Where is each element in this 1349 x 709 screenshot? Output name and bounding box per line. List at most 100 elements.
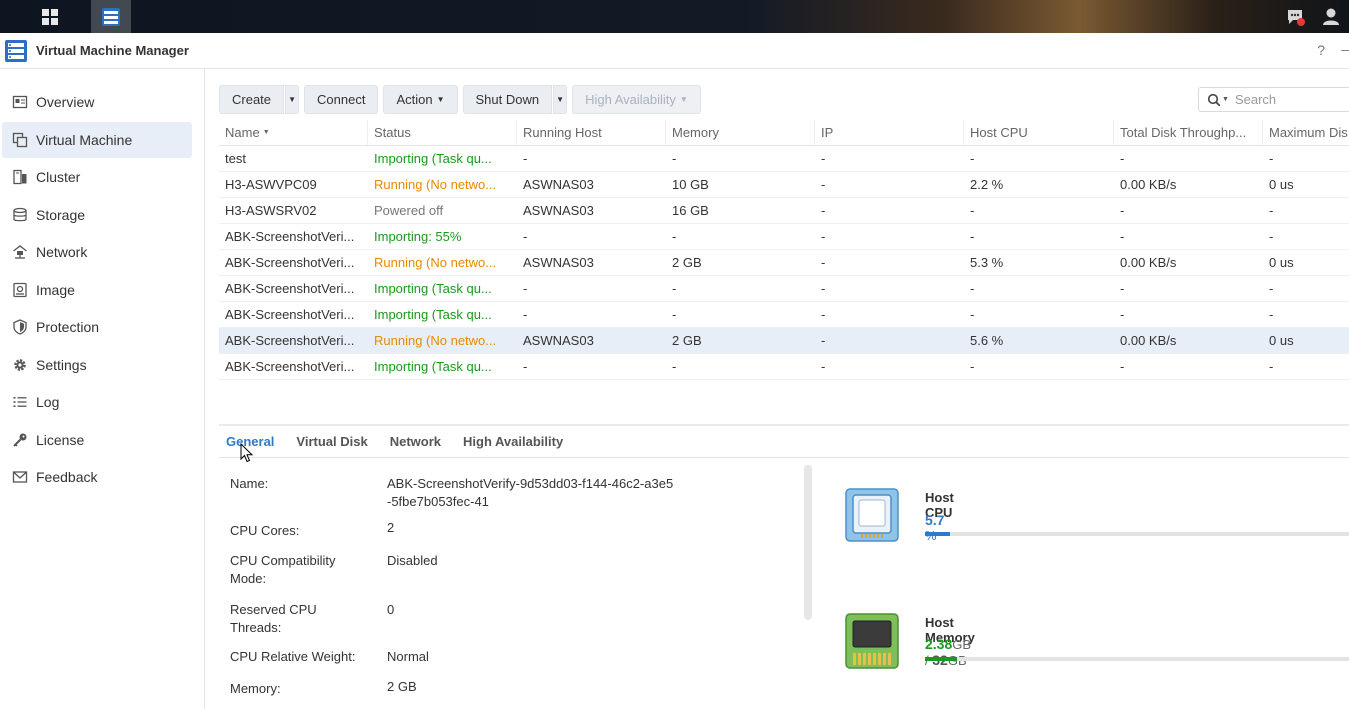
detail-label: CPU Relative Weight: [230,649,356,664]
sidebar-item-label: Image [36,281,75,298]
help-button[interactable]: ? [1317,42,1325,58]
storage-icon [13,207,27,221]
cell-cpu: - [970,359,975,374]
sidebar-item-label: Feedback [36,469,98,485]
cell-cpu: - [970,307,975,322]
cell-max: 0 us [1269,177,1294,192]
shield-icon [13,319,27,335]
tab-high-availability[interactable]: High Availability [463,434,563,449]
sidebar-item-protection[interactable]: Protection [2,309,192,345]
notifications-button[interactable] [1277,0,1313,33]
column-label: Name [225,125,260,140]
table-row[interactable]: ABK-ScreenshotVeri... Importing: 55% - - - - -… [219,224,1349,250]
caret-down-icon: ▼ [436,95,445,104]
sidebar-item-label: Overview [36,94,95,110]
notification-dot [1297,18,1305,26]
detail-value: 0 [387,602,395,617]
host-cpu-percent: 5.7 [925,512,945,528]
cell-disk: - [1120,203,1125,218]
column-header-memory[interactable]: Memory [666,120,815,145]
cell-cpu: 5.6 % [970,333,1004,348]
details-scrollbar[interactable] [804,465,812,620]
cell-cpu: - [970,151,975,166]
high-availability-button[interactable]: High Availability ▼ [572,85,701,114]
table-row[interactable]: ABK-ScreenshotVeri... Importing (Task qu.… [219,276,1349,302]
table-row[interactable]: ABK-ScreenshotVeri... Running (No netwo..… [219,328,1349,354]
gear-icon [14,358,26,371]
user-button[interactable] [1313,0,1349,33]
search-input[interactable]: ▼ Search [1198,87,1349,112]
window-titlebar: Virtual Machine Manager ? – [0,33,1349,69]
cell-name: ABK-ScreenshotVeri... [225,333,355,348]
column-header-status[interactable]: Status [368,120,517,145]
sidebar-item-storage[interactable]: Storage [2,197,192,233]
table-row[interactable]: ABK-ScreenshotVeri... Importing (Task qu.… [219,302,1349,328]
virtual-machine-icon [12,132,28,147]
column-header-running-host[interactable]: Running Host [517,120,666,145]
detail-tabs: General Virtual Disk Network High Availa… [219,424,1349,458]
cell-ip: - [821,255,826,270]
action-label: Action [396,92,433,107]
table-row[interactable]: H3-ASWVPC09 Running (No netwo... ASWNAS03 1… [219,172,1349,198]
cell-ip: - [821,333,826,348]
detail-label: Name: [230,476,269,491]
minimize-button[interactable]: – [1341,41,1349,57]
sidebar-item-overview[interactable]: Overview [2,84,192,120]
column-header-name[interactable]: Name ▼ [219,120,368,145]
table-row[interactable]: ABK-ScreenshotVeri... Running (No netwo..… [219,250,1349,276]
search-icon [1207,93,1221,106]
cell-memory: - [672,359,677,374]
detail-value: Disabled [387,553,438,568]
cell-memory: - [672,151,677,166]
cell-ip: - [821,307,826,322]
column-header-ip[interactable]: IP [815,120,964,145]
cell-name: ABK-ScreenshotVeri... [225,281,355,296]
taskbar-vmm-button[interactable] [91,0,131,33]
sidebar-item-license[interactable]: License [2,422,192,458]
cell-name: H3-ASWSRV02 [225,203,317,218]
host-cpu-bar-fill [925,532,950,536]
create-dropdown-button[interactable]: ▼ [285,85,300,114]
cell-name: H3-ASWVPC09 [225,177,317,192]
sidebar-item-network[interactable]: Network [2,234,192,270]
cell-max: - [1269,281,1274,296]
sidebar: Overview Virtual Machine Cluster Storage… [0,69,205,709]
detail-row-reserved-threads: Reserved CPU Threads: 0 [230,601,790,648]
column-header-max-disk[interactable]: Maximum Dis [1263,120,1349,145]
connect-button[interactable]: Connect [304,85,379,114]
sidebar-item-settings[interactable]: Settings [2,347,192,383]
column-header-host-cpu[interactable]: Host CPU [964,120,1114,145]
cell-disk: - [1120,281,1125,296]
cell-ip: - [821,281,826,296]
network-icon [13,245,27,259]
sidebar-item-image[interactable]: Image [2,272,192,308]
shut-down-dropdown-button[interactable]: ▼ [553,85,568,114]
cell-status: Running (No netwo... [374,177,497,192]
main-menu-button[interactable] [30,0,70,33]
sidebar-item-label: Settings [36,356,87,373]
create-button[interactable]: Create [219,85,285,114]
host-memory-used-unit: GB [952,637,972,652]
column-header-disk-throughput[interactable]: Total Disk Throughp... [1114,120,1263,145]
table-row[interactable]: ABK-ScreenshotVeri... Importing (Task qu.… [219,354,1349,380]
sidebar-item-feedback[interactable]: Feedback [2,459,192,495]
cell-memory: - [672,281,677,296]
cell-max: 0 us [1269,255,1294,270]
host-cpu-bar [925,532,1349,536]
action-button[interactable]: Action ▼ [383,85,458,114]
shut-down-button[interactable]: Shut Down [462,85,553,114]
sort-desc-icon: ▼ [262,129,270,136]
table-row[interactable]: test Importing (Task qu... - - - - - - [219,146,1349,172]
cell-name: ABK-ScreenshotVeri... [225,255,355,270]
table-row[interactable]: H3-ASWSRV02 Powered off ASWNAS03 16 GB - - - - [219,198,1349,224]
sidebar-item-cluster[interactable]: Cluster [2,159,192,195]
sidebar-item-virtual-machine[interactable]: Virtual Machine [2,121,192,158]
cell-disk: 0.00 KB/s [1120,177,1177,192]
host-memory-used: 2.38 [925,636,953,652]
cell-status: Importing (Task qu... [374,151,492,166]
tab-network[interactable]: Network [390,434,441,449]
sidebar-item-log[interactable]: Log [2,384,192,420]
vm-details: Name: ABK-ScreenshotVerify-9d53dd03-f144… [230,475,790,704]
tab-virtual-disk[interactable]: Virtual Disk [296,434,367,449]
table-body: test Importing (Task qu... - - - - - - H3-ASWVPC… [219,146,1349,380]
